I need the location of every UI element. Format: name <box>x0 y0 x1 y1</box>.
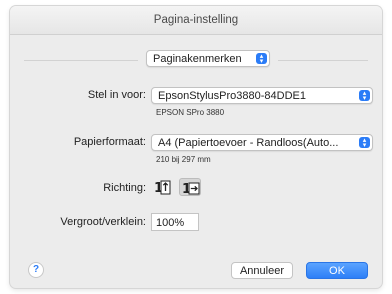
scale-label: Vergroot/verklein: <box>60 216 146 228</box>
separator <box>24 60 138 61</box>
paper-size-value: A4 (Papiertoevoer - Randloos(Auto... <box>158 137 339 149</box>
scale-input[interactable]: 100% <box>151 213 199 231</box>
printer-model: EPSON SPro 3880 <box>156 108 225 117</box>
format-for-value: EpsonStylusPro3880-84DDE1 <box>158 90 306 102</box>
orientation-label: Richting: <box>103 182 146 194</box>
orientation-portrait-button[interactable]: 1 <box>152 178 174 196</box>
format-for-label: Stel in voor: <box>87 89 146 101</box>
chevron-updown-icon: ▴ ▾ <box>359 90 370 102</box>
window-title: Pagina-instelling <box>10 6 382 35</box>
chevron-updown-icon: ▴ ▾ <box>256 53 267 65</box>
ok-button[interactable]: OK <box>306 262 368 279</box>
cancel-button[interactable]: Annuleer <box>231 262 293 279</box>
paper-size-popup[interactable]: A4 (Papiertoevoer - Randloos(Auto... ▴ ▾ <box>151 134 373 151</box>
help-button[interactable]: ? <box>28 262 44 278</box>
portrait-orientation-icon: 1 <box>154 180 171 196</box>
landscape-orientation-icon: 1 <box>182 182 200 197</box>
chevron-updown-icon: ▴ ▾ <box>359 137 370 149</box>
settings-popup-value: Paginakenmerken <box>153 53 242 65</box>
paper-size-label: Papierformaat: <box>73 136 146 148</box>
separator <box>278 60 368 61</box>
orientation-landscape-button[interactable]: 1 <box>179 178 201 197</box>
format-for-popup[interactable]: EpsonStylusPro3880-84DDE1 ▴ ▾ <box>151 87 373 104</box>
settings-popup[interactable]: Paginakenmerken ▴ ▾ <box>146 50 270 67</box>
paper-dimensions: 210 bij 297 mm <box>156 155 211 164</box>
page-setup-dialog: Pagina-instelling Paginakenmerken ▴ ▾ Ste… <box>10 6 382 288</box>
